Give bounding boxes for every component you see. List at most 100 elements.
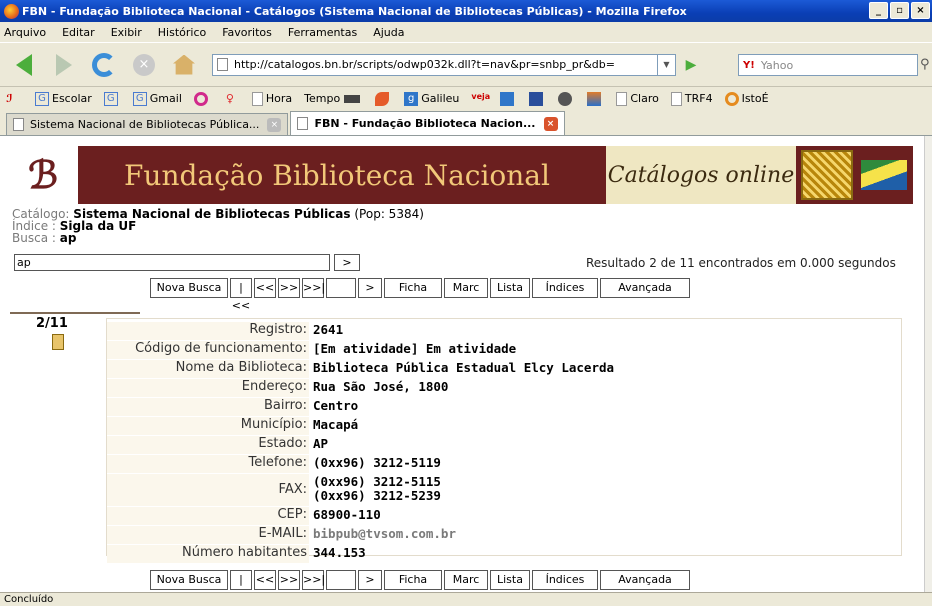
record-number-input[interactable] <box>326 278 356 298</box>
query-line: Busca : ap <box>12 232 424 244</box>
nova-busca-button[interactable]: Nova Busca <box>150 278 228 298</box>
record-go-button[interactable]: > <box>358 278 382 298</box>
field-value: (0xx96) 3212-5119 <box>313 455 441 470</box>
menu-favoritos[interactable]: Favoritos <box>222 26 272 39</box>
window-titlebar: FBN - Fundação Biblioteca Nacional - Cat… <box>0 0 932 22</box>
status-bar: Concluído <box>0 592 932 606</box>
bookmark-orkut[interactable] <box>193 91 211 106</box>
field-row-telefone: Telefone: (0xx96) 3212-5119 <box>107 455 903 473</box>
minimize-button[interactable]: _ <box>869 2 888 19</box>
stop-button[interactable]: × <box>128 50 160 80</box>
bookmark-globo[interactable] <box>558 91 575 106</box>
search-box[interactable]: Y! Yahoo <box>738 54 918 76</box>
lista-button[interactable]: Lista <box>490 570 530 590</box>
bookmark-ipeds[interactable] <box>587 91 604 106</box>
page-icon <box>217 58 228 71</box>
tab-snbp[interactable]: Sistema Nacional de Bibliotecas Pública.… <box>6 113 289 135</box>
indices-button[interactable]: Índices <box>532 570 598 590</box>
address-dropdown-button[interactable]: ▼ <box>658 53 676 76</box>
field-label: Estado: <box>107 436 309 454</box>
field-label: E-MAIL: <box>107 526 309 544</box>
field-row-estado: Estado: AP <box>107 436 903 454</box>
go-button[interactable]: ▶ <box>680 54 702 76</box>
bookmark-istoe-label: IstoÉ <box>741 92 769 105</box>
ficha-button[interactable]: Ficha <box>384 278 442 298</box>
record-count: 2/11 <box>36 316 68 331</box>
bookmark-gmail[interactable]: G Gmail <box>132 91 182 106</box>
bookmark-claro[interactable]: Claro <box>616 91 659 106</box>
banner-catalog: Catálogos online <box>606 146 796 204</box>
search-icon[interactable]: ⚲ <box>920 57 930 72</box>
field-value: Biblioteca Pública Estadual Elcy Lacerda <box>313 360 615 375</box>
menu-arquivo[interactable]: Arquivo <box>4 26 46 39</box>
tab-fbn-label: FBN - Fundação Biblioteca Nacion... <box>314 117 536 130</box>
menu-bar: Arquivo Editar Exibir Histórico Favorito… <box>0 22 932 42</box>
bookmark-g-blue[interactable] <box>500 91 517 106</box>
search-go-button[interactable]: > <box>334 254 360 271</box>
maximize-button[interactable]: ▫ <box>890 2 909 19</box>
button-row-top: Nova Busca |<< << >> >>| > Ficha Marc Li… <box>150 278 692 312</box>
lista-button[interactable]: Lista <box>490 278 530 298</box>
indices-button[interactable]: Índices <box>532 278 598 298</box>
next-button[interactable]: >> <box>278 570 300 590</box>
home-button[interactable] <box>168 50 200 80</box>
prev-button[interactable]: << <box>254 570 276 590</box>
avancada-button[interactable]: Avançada <box>600 570 690 590</box>
field-label: Município: <box>107 417 309 435</box>
last-button[interactable]: >>| <box>302 278 325 298</box>
bookmark-veja[interactable]: veja <box>471 92 490 106</box>
ficha-button[interactable]: Ficha <box>384 570 442 590</box>
menu-editar[interactable]: Editar <box>62 26 95 39</box>
address-bar[interactable]: http://catalogos.bn.br/scripts/odwp032k.… <box>212 53 658 76</box>
field-label: Bairro: <box>107 398 309 416</box>
search-input[interactable]: ap <box>14 254 330 271</box>
avancada-button[interactable]: Avançada <box>600 278 690 298</box>
bookmark-hora[interactable]: Hora <box>251 91 292 106</box>
vertical-scrollbar[interactable] <box>924 136 932 592</box>
reload-button[interactable] <box>88 50 120 80</box>
field-label: CEP: <box>107 507 309 525</box>
result-text: Resultado 2 de 11 encontrados em 0.000 s… <box>586 256 896 270</box>
fbn-logo: ℬ <box>8 146 78 204</box>
record-number-input[interactable] <box>326 570 356 590</box>
field-value: (0xx96) 3212-5115 <box>313 474 441 489</box>
forward-button[interactable] <box>48 50 80 80</box>
first-button[interactable]: |<< <box>230 570 252 592</box>
first-button[interactable]: |<< <box>230 278 252 312</box>
tab-close-icon[interactable]: × <box>543 116 558 131</box>
field-row-bairro: Bairro: Centro <box>107 398 903 416</box>
last-button[interactable]: >>| <box>302 570 325 590</box>
bookmark-trf4[interactable]: TRF4 <box>670 91 713 106</box>
tab-fbn[interactable]: FBN - Fundação Biblioteca Nacion... × <box>290 111 565 135</box>
bookmark-galileu-label: Galileu <box>421 92 460 105</box>
bookmark-istoe[interactable]: IstoÉ <box>724 91 769 106</box>
catalog-pop: (Pop: 5384) <box>354 207 424 221</box>
bookmark-logo[interactable]: ℐ <box>6 92 23 106</box>
search-engine-icon[interactable]: Y! <box>743 60 755 71</box>
menu-ajuda[interactable]: Ajuda <box>373 26 404 39</box>
email-link[interactable]: bibpub@tvsom.com.br <box>313 526 456 541</box>
bookmark-pin[interactable]: ♀ <box>223 92 240 106</box>
back-arrow-icon <box>16 53 32 76</box>
marc-button[interactable]: Marc <box>444 570 488 590</box>
nova-busca-button[interactable]: Nova Busca <box>150 570 228 590</box>
tab-close-icon[interactable]: × <box>267 117 282 132</box>
bookmark-f[interactable] <box>529 91 546 106</box>
field-value: Macapá <box>313 417 359 432</box>
book-icon[interactable] <box>52 334 64 350</box>
menu-exibir[interactable]: Exibir <box>111 26 142 39</box>
record-go-button[interactable]: > <box>358 570 382 590</box>
bookmark-tempo[interactable]: Tempo <box>304 92 363 105</box>
prev-button[interactable]: << <box>254 278 276 298</box>
bookmark-google[interactable]: G <box>103 91 121 106</box>
menu-ferramentas[interactable]: Ferramentas <box>288 26 357 39</box>
close-window-button[interactable]: × <box>911 2 930 19</box>
back-button[interactable] <box>8 50 40 80</box>
bookmark-fish[interactable] <box>375 91 392 106</box>
search-info: Catálogo: Sistema Nacional de Biblioteca… <box>12 208 424 244</box>
marc-button[interactable]: Marc <box>444 278 488 298</box>
bookmark-escolar[interactable]: G Escolar <box>35 91 92 106</box>
bookmark-galileu[interactable]: g Galileu <box>404 91 460 106</box>
menu-historico[interactable]: Histórico <box>158 26 206 39</box>
next-button[interactable]: >> <box>278 278 300 298</box>
